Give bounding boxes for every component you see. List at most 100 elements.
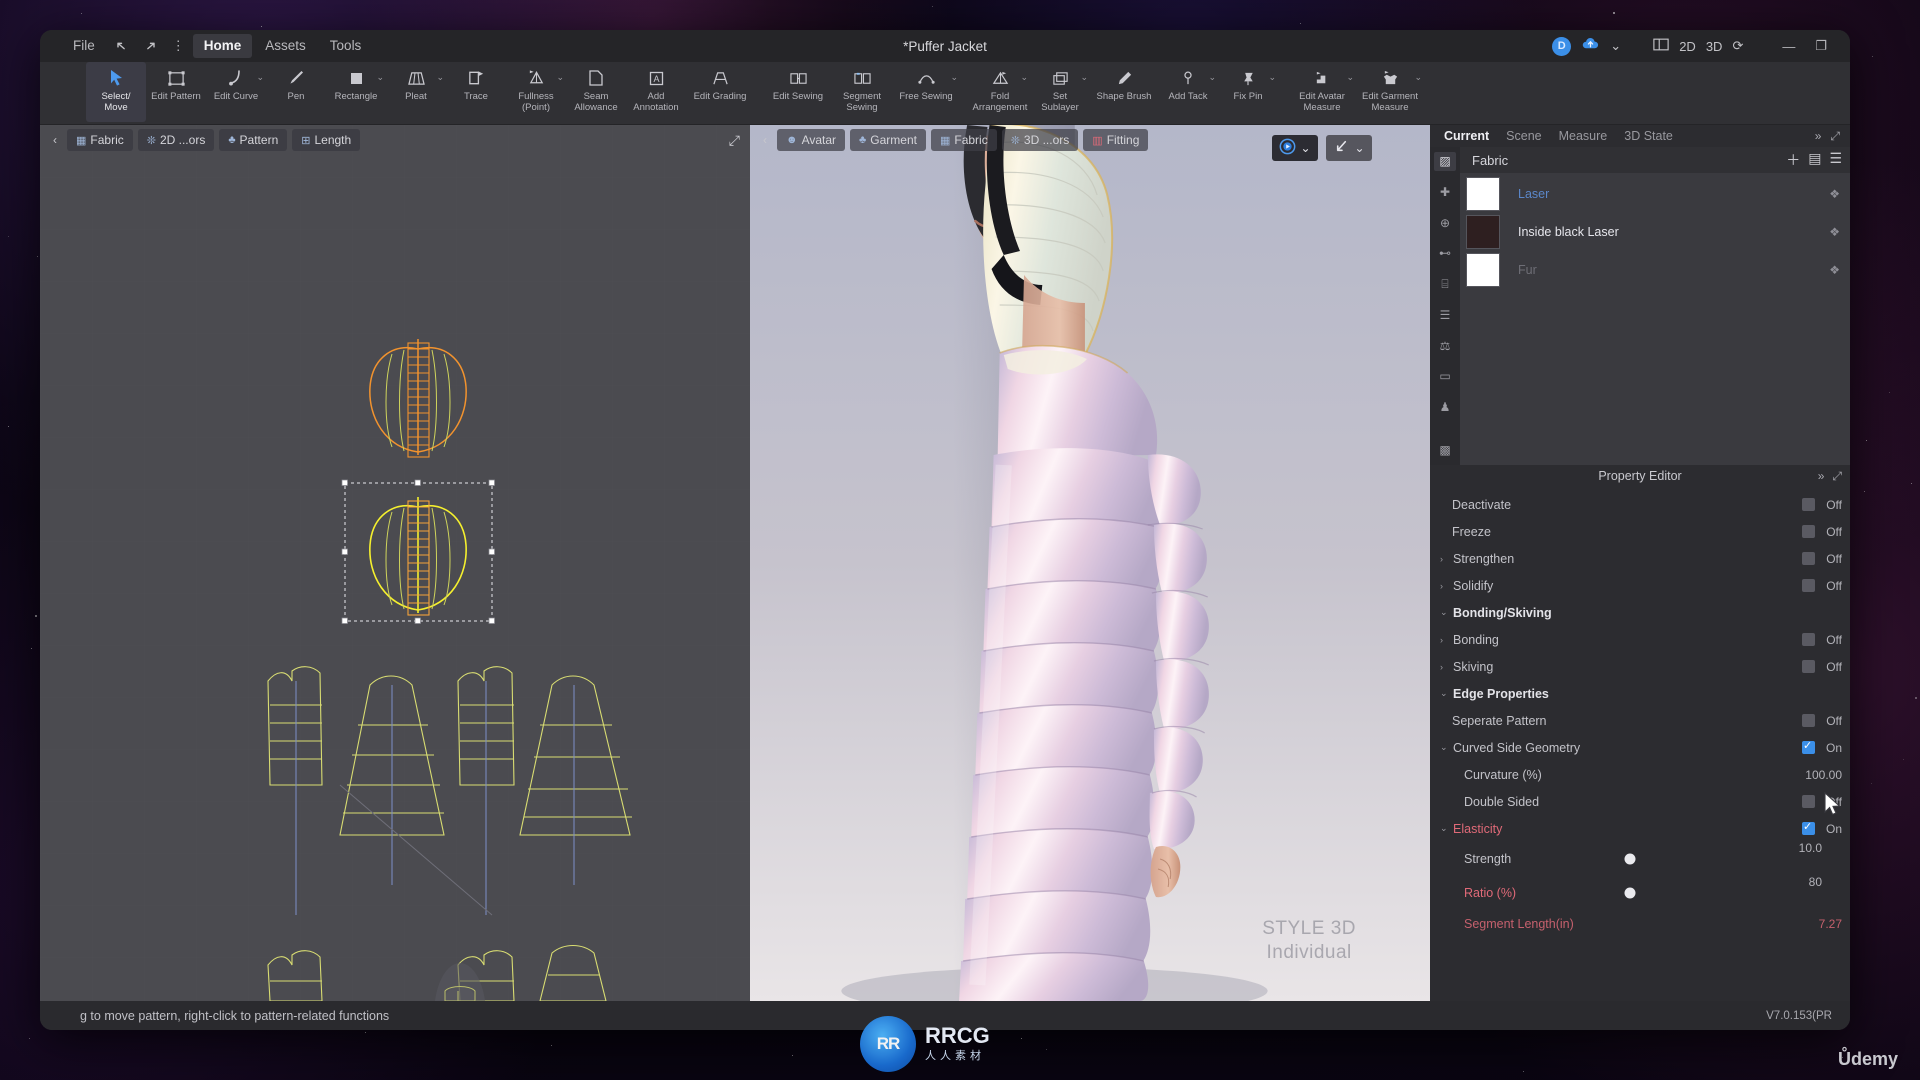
pattern-2d-canvas[interactable]: [40, 125, 750, 1001]
property-row-solidify[interactable]: › Solidify Off: [1430, 572, 1850, 599]
chevron-down-icon[interactable]: ⌄: [1020, 72, 1028, 83]
property-group-bonding-skiving[interactable]: ⌄ Bonding/Skiving: [1430, 599, 1850, 626]
chevrons-right-icon[interactable]: »: [1815, 129, 1822, 144]
property-row-freeze[interactable]: Freeze Off: [1430, 518, 1850, 545]
tab-2d-colorways[interactable]: ❊ 2D ...ors: [137, 129, 215, 151]
chevrons-right-icon[interactable]: »: [1818, 469, 1825, 484]
property-checkbox[interactable]: [1802, 739, 1815, 754]
refresh-icon[interactable]: ⟳: [1732, 38, 1743, 54]
minimize-button[interactable]: —: [1777, 39, 1800, 54]
layers-icon[interactable]: ❖: [1829, 187, 1840, 201]
chevron-down-icon[interactable]: ⌄: [1440, 823, 1453, 834]
button-icon[interactable]: ⊕: [1434, 213, 1456, 232]
chevron-down-icon[interactable]: ⌄: [1440, 742, 1453, 753]
chevron-down-icon[interactable]: ⌄: [1268, 72, 1276, 83]
slider-knob[interactable]: [1624, 853, 1636, 865]
fabric-list-item[interactable]: Inside black Laser ❖: [1460, 213, 1850, 251]
tool-fold-arrangement[interactable]: ⌄ Fold Arrangement: [970, 62, 1030, 122]
restore-button[interactable]: ❐: [1810, 38, 1832, 54]
more-vertical-icon[interactable]: ⋮: [166, 34, 191, 58]
layers-icon[interactable]: ❖: [1829, 225, 1840, 239]
property-row-segment-length[interactable]: Segment Length(in) 7.27: [1430, 910, 1850, 937]
tool-pleat[interactable]: ⌄ Pleat: [386, 62, 446, 122]
chevron-down-icon[interactable]: ⌄: [556, 72, 564, 83]
fabric-swatch[interactable]: [1466, 177, 1500, 211]
menu-file[interactable]: File: [62, 34, 106, 58]
expand-arrows-icon[interactable]: ⤢: [1830, 129, 1840, 144]
menu-assets[interactable]: Assets: [254, 34, 317, 58]
pattern-2d-pane[interactable]: ‹ ▦ Fabric ❊ 2D ...ors ♣ Pattern ⊞ Lengt…: [40, 125, 750, 1001]
property-row-deactivate[interactable]: Deactivate Off: [1430, 491, 1850, 518]
plus-icon[interactable]: ＋: [1786, 150, 1800, 170]
property-row-curvature[interactable]: Curvature (%) 100.00: [1430, 761, 1850, 788]
property-checkbox[interactable]: [1802, 579, 1815, 592]
layers-icon[interactable]: ❖: [1829, 263, 1840, 277]
chevron-down-icon[interactable]: ⌄: [1440, 607, 1453, 618]
tab-3d-fabric[interactable]: ▦ Fabric: [930, 129, 997, 151]
gravity-button[interactable]: ⌄: [1326, 135, 1372, 161]
texture-icon[interactable]: ▩: [1434, 440, 1456, 459]
layout-split-icon[interactable]: [1653, 38, 1669, 54]
cloud-upload-icon[interactable]: [1581, 36, 1600, 56]
redo-icon[interactable]: [137, 35, 164, 57]
undo-icon[interactable]: [108, 35, 135, 57]
chevron-down-icon[interactable]: ⌄: [1300, 141, 1310, 155]
chevron-down-icon[interactable]: ⌄: [1354, 141, 1364, 155]
tool-seam-allowance[interactable]: Seam Allowance: [566, 62, 626, 122]
expand-arrows-icon[interactable]: ⤢: [1832, 469, 1842, 484]
chevron-down-icon[interactable]: ⌄: [1414, 72, 1422, 83]
chevron-down-icon[interactable]: ⌄: [436, 72, 444, 83]
tool-rectangle[interactable]: ⌄ Rectangle: [326, 62, 386, 122]
fabric-list[interactable]: Laser ❖ Inside black Laser ❖ Fur ❖: [1460, 173, 1850, 465]
tab-2d-pattern[interactable]: ♣ Pattern: [219, 129, 288, 151]
tool-set-sublayer[interactable]: ⌄ Set Sublayer: [1030, 62, 1090, 122]
tool-edit-garment-measure[interactable]: ⌄ Edit Garment Measure: [1356, 62, 1424, 122]
property-checkbox[interactable]: [1802, 498, 1815, 511]
property-checkbox[interactable]: [1802, 525, 1815, 538]
puzzle-icon[interactable]: ✚: [1434, 183, 1456, 202]
tool-shape-brush[interactable]: Shape Brush: [1090, 62, 1158, 122]
chevron-down-icon[interactable]: ⌄: [1080, 72, 1088, 83]
property-checkbox[interactable]: [1802, 795, 1815, 808]
chevron-right-icon[interactable]: ›: [1440, 554, 1453, 564]
fabric-list-item[interactable]: Fur ❖: [1460, 251, 1850, 289]
tool-free-sewing[interactable]: ⌄ Free Sewing: [892, 62, 960, 122]
chevron-down-icon[interactable]: ⌄: [1208, 72, 1216, 83]
tab-3d-state[interactable]: 3D State: [1624, 129, 1673, 143]
tab-measure[interactable]: Measure: [1559, 129, 1608, 143]
tool-edit-avatar-measure[interactable]: ⌄ Edit Avatar Measure: [1288, 62, 1356, 122]
property-slider-strength[interactable]: Strength 10.0: [1430, 841, 1850, 876]
grid-list-icon[interactable]: ▤: [1808, 150, 1821, 170]
slider-knob[interactable]: [1624, 887, 1636, 899]
chevron-down-icon[interactable]: ⌄: [1346, 72, 1354, 83]
property-checkbox[interactable]: [1802, 714, 1815, 727]
tool-edit-grading[interactable]: Edit Grading: [686, 62, 754, 122]
property-value[interactable]: 7.27: [1794, 917, 1842, 931]
property-row-strengthen[interactable]: › Strengthen Off: [1430, 545, 1850, 572]
property-value[interactable]: 100.00: [1794, 768, 1842, 782]
chevron-right-icon[interactable]: ›: [1440, 662, 1453, 672]
list-icon[interactable]: ☰: [1829, 150, 1842, 170]
fabric-swatch-icon[interactable]: ▨: [1434, 152, 1456, 171]
property-row-seperate-pattern[interactable]: Seperate Pattern Off: [1430, 707, 1850, 734]
property-row-curved-side-geometry[interactable]: ⌄ Curved Side Geometry On: [1430, 734, 1850, 761]
tab-3d-colorways[interactable]: ❊ 3D ...ors: [1001, 129, 1079, 151]
tool-fullness-point[interactable]: ⌄ Fullness (Point): [506, 62, 566, 122]
property-row-elasticity[interactable]: ⌄ Elasticity On: [1430, 815, 1850, 842]
tool-trace[interactable]: Trace: [446, 62, 506, 122]
tool-edit-curve[interactable]: ⌄ Edit Curve: [206, 62, 266, 122]
chevron-down-icon[interactable]: ⌄: [1610, 38, 1621, 54]
tool-segment-sewing[interactable]: Segment Sewing: [832, 62, 892, 122]
property-checkbox[interactable]: [1802, 552, 1815, 565]
menu-home[interactable]: Home: [192, 34, 253, 58]
menu-tools[interactable]: Tools: [319, 34, 373, 58]
view-2d-button[interactable]: 2D: [1679, 39, 1696, 54]
property-slider-ratio[interactable]: Ratio (%) 80: [1430, 875, 1850, 910]
zipper-icon[interactable]: ⊷: [1434, 244, 1456, 263]
expand-arrows-icon[interactable]: ⤢: [729, 132, 740, 149]
view-3d-button[interactable]: 3D: [1706, 39, 1723, 54]
tab-current[interactable]: Current: [1444, 129, 1489, 143]
chevron-down-icon[interactable]: ⌄: [376, 72, 384, 83]
property-row-bonding[interactable]: › Bonding Off: [1430, 626, 1850, 653]
divider-icon[interactable]: ☰: [1434, 306, 1456, 325]
